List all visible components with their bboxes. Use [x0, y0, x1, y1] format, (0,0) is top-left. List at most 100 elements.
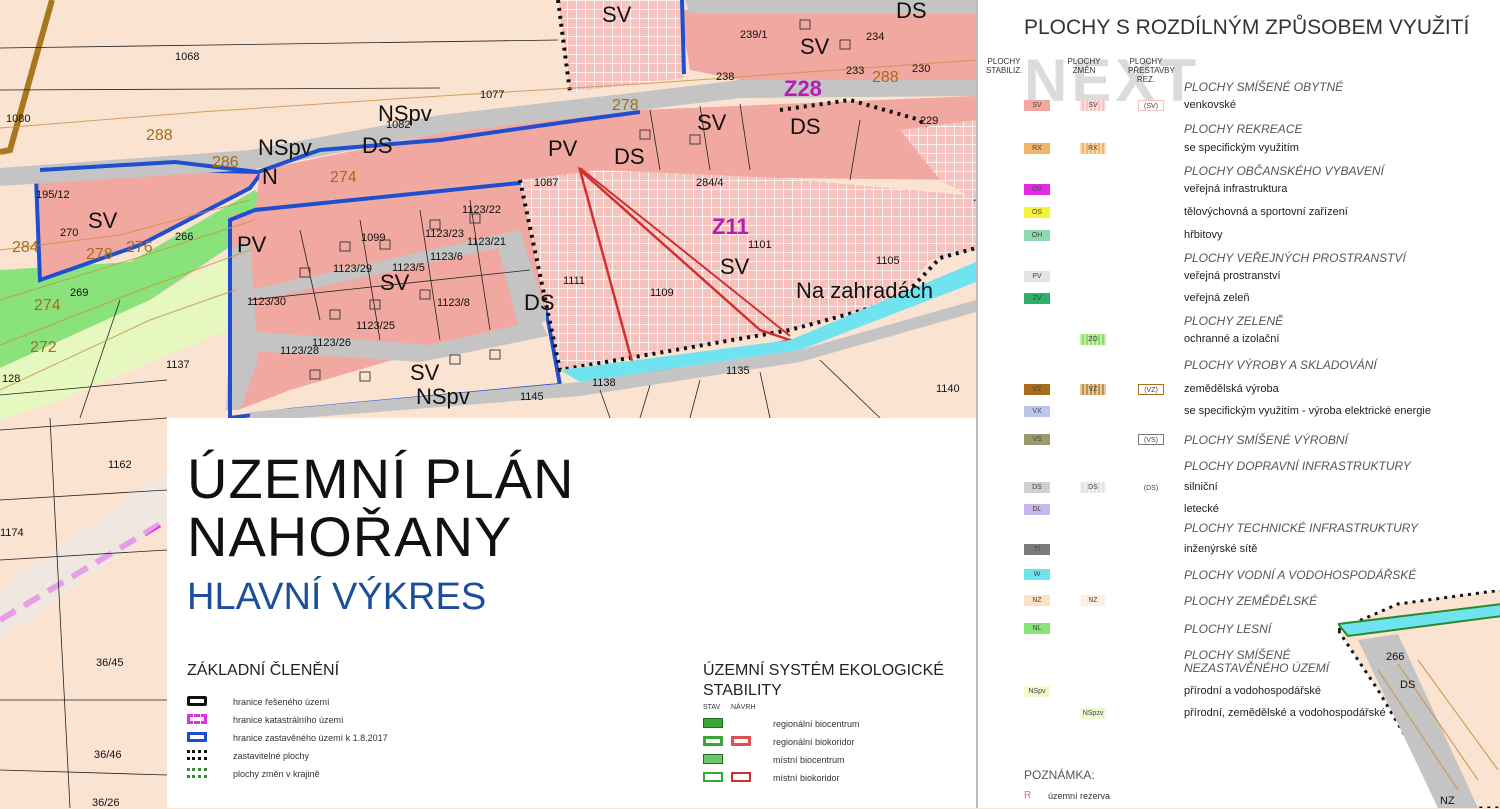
legend-item: tělovýchovná a sportovní zařízení [1184, 206, 1348, 218]
zone-label: NSpv [416, 384, 470, 409]
legend-category: PLOCHY REKREACE [1184, 122, 1303, 136]
col-header-stabilized: PLOCHY STABILIZ. [986, 57, 1023, 75]
local-corridor-navrh-symbol [731, 772, 751, 782]
contour-number: 278 [612, 97, 639, 114]
legend-item: ochranné a izolační [1184, 333, 1280, 345]
legend-swatch: (VZ) [1138, 384, 1164, 395]
parcel-number: 284/4 [696, 177, 724, 189]
note-text: územní rezerva [1048, 791, 1111, 801]
legend-swatch: W [1024, 569, 1050, 580]
regional-corridor-navrh-symbol [731, 736, 751, 746]
col-stav: STAV [703, 704, 721, 711]
parcel-number: 234 [866, 31, 885, 43]
zone-label: SV [380, 270, 410, 295]
legend-item: veřejná prostranství [1184, 270, 1281, 282]
col-header-changes: PLOCHY ZMĚN [1067, 57, 1101, 75]
plan-label: Z28 [784, 76, 822, 101]
legend-swatch: NSpzv [1080, 708, 1106, 719]
legend-panel: NEXT PLOCHY S ROZDÍLNÝM ZPŮSOBEM VYUŽITÍ… [976, 0, 1500, 808]
regional-corridor-stav-symbol [703, 736, 723, 746]
zone-label: SV [88, 208, 118, 233]
legend-item: veřejná infrastruktura [1184, 183, 1288, 195]
uses-item-label: regionální biocentrum [773, 719, 860, 729]
parcel-number: 1068 [175, 51, 200, 63]
inset-label: DS [1400, 679, 1416, 691]
legend-swatch: ZV [1024, 293, 1050, 304]
legend-item: zemědělská výroba [1184, 383, 1279, 395]
legend-swatch: TI [1024, 544, 1050, 555]
legend-swatch: OH [1024, 230, 1050, 241]
plan-title-line2: NAHOŘANY [187, 505, 513, 568]
parcel-number: 270 [60, 227, 79, 239]
legend-swatch: (SV) [1138, 100, 1164, 111]
legend-swatch: VZ [1024, 384, 1050, 395]
regional-biocentre-symbol [703, 718, 723, 728]
legend-category: PLOCHY TECHNICKÉ INFRASTRUKTURY [1184, 521, 1419, 535]
parcel-number: 269 [70, 287, 89, 299]
parcel-number: 1099 [361, 232, 386, 244]
parcel-number: 128 [2, 373, 21, 385]
legend-swatch: VX [1024, 406, 1050, 417]
parcel-number: 1123/29 [333, 263, 372, 275]
uses-heading-line1: ÚZEMNÍ SYSTÉM EKOLOGICKÉ [703, 662, 944, 679]
col-navrh: NÁVRH [731, 704, 756, 711]
legend-item: silniční [1184, 481, 1218, 493]
solved-area-boundary-symbol [187, 696, 207, 706]
basic-item-label: hranice zastavěného území k 1.8.2017 [233, 733, 388, 743]
parcel-number: 36/46 [94, 749, 122, 761]
zone-label: SV [410, 360, 440, 385]
parcel-number: 1123/26 [312, 337, 351, 349]
parcel-number: 1080 [6, 113, 31, 125]
legend-swatch: (VS) [1138, 434, 1164, 445]
legend-item: letecké [1184, 503, 1219, 515]
zone-label: PV [237, 232, 267, 257]
legend-swatch: NL [1024, 623, 1050, 634]
legend-swatch: NZ [1080, 595, 1106, 606]
parcel-number: 229 [920, 115, 939, 127]
legend-swatch: (DS) [1138, 482, 1164, 493]
buildable-area-symbol [187, 750, 207, 760]
legend-category: NEZASTAVĚNÉHO ÚZEMÍ [1184, 661, 1330, 675]
parcel-number: 1082 [386, 119, 411, 131]
legend-item: se specifickým využitím - výroba elektri… [1184, 405, 1431, 417]
legend-swatch: OV [1024, 184, 1050, 195]
parcel-number: 1123/6 [430, 251, 463, 263]
contour-number: 272 [30, 339, 57, 356]
parcel-number: 1140 [936, 383, 960, 395]
basic-division-heading: ZÁKLADNÍ ČLENĚNÍ [187, 662, 340, 679]
zone-label: DS [362, 133, 393, 158]
zone-label: DS [614, 144, 645, 169]
legend-item: hřbitovy [1184, 229, 1223, 241]
legend-category: PLOCHY SMÍŠENÉ OBYTNÉ [1184, 80, 1344, 94]
note-symbol: R [1024, 790, 1032, 801]
contour-number: 274 [34, 297, 61, 314]
parcel-number: 36/26 [92, 797, 120, 809]
plan-title-line1: ÚZEMNÍ PLÁN [187, 447, 575, 510]
contour-number: 288 [872, 69, 899, 86]
contour-number: 288 [146, 127, 173, 144]
legend-swatch: NSpv [1024, 686, 1050, 697]
parcel-number: 1145 [520, 391, 544, 403]
contour-number: 284 [12, 239, 39, 256]
legend-swatch: VS [1024, 434, 1050, 445]
uses-item-label: místní biocentrum [773, 755, 845, 765]
parcel-number: 1174 [0, 527, 24, 539]
legend-swatch: OS [1024, 207, 1050, 218]
parcel-number: 1123/22 [462, 204, 501, 216]
built-up-boundary-symbol [187, 732, 207, 742]
built-up-boundary-north [680, 0, 686, 75]
legend-swatch: ZO [1080, 334, 1106, 345]
basic-item-label: hranice řešeného území [233, 697, 330, 707]
parcel-number: 230 [912, 63, 931, 75]
contour-number: 274 [330, 169, 357, 186]
parcel-number: 1137 [166, 359, 190, 371]
legend-category: PLOCHY LESNÍ [1184, 622, 1272, 636]
parcel-number: 195/12 [36, 189, 70, 201]
parcel-number: 1101 [748, 239, 772, 251]
legend-item: přírodní a vodohospodářské [1184, 685, 1321, 697]
parcel-number: 1109 [650, 287, 674, 299]
zone-label: SV [720, 254, 750, 279]
legend-item: venkovské [1184, 99, 1236, 111]
legend-category: PLOCHY ZEMĚDĚLSKÉ [1184, 594, 1318, 608]
watermark-logo: NEXT [1024, 47, 1201, 114]
